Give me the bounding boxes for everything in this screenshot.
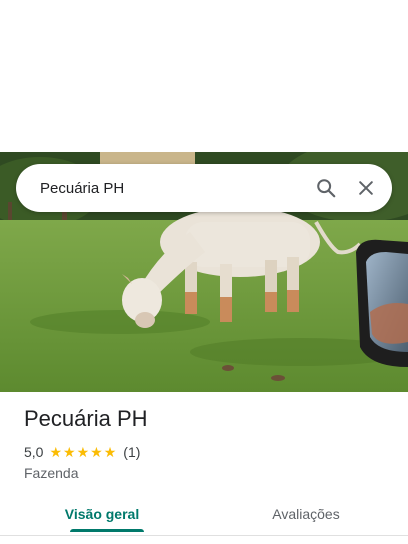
star-rating: ★ ★ ★ ★ ★	[49, 445, 117, 459]
tab-overview[interactable]: Visão geral	[0, 496, 204, 536]
tab-reviews[interactable]: Avaliações	[204, 496, 408, 536]
search-icon	[317, 179, 336, 198]
rating-row[interactable]: 5,0 ★ ★ ★ ★ ★ (1)	[24, 444, 392, 460]
top-blank-area	[0, 0, 408, 152]
star-icon: ★	[103, 444, 117, 460]
tab-bar: Visão geral Avaliações	[0, 496, 408, 536]
tab-overview-label: Visão geral	[64, 506, 140, 522]
tab-reviews-label: Avaliações	[272, 506, 340, 522]
star-icon: ★	[63, 444, 76, 460]
active-tab-indicator	[70, 529, 144, 532]
review-count[interactable]: (1)	[123, 444, 140, 460]
place-info: Pecuária PH 5,0 ★ ★ ★ ★ ★ (1) Fazenda	[24, 404, 392, 481]
close-icon	[359, 181, 373, 195]
search-button[interactable]	[306, 168, 346, 208]
search-input[interactable]: Pecuária PH	[16, 180, 306, 197]
star-icon: ★	[76, 444, 90, 460]
place-title: Pecuária PH	[24, 406, 148, 431]
search-bar[interactable]: Pecuária PH	[16, 164, 392, 212]
tab-divider	[0, 535, 408, 536]
place-category: Fazenda	[24, 465, 79, 481]
rating-value: 5,0	[24, 444, 44, 460]
star-icon: ★	[90, 444, 103, 460]
close-button[interactable]	[346, 168, 386, 208]
star-icon: ★	[49, 444, 63, 460]
